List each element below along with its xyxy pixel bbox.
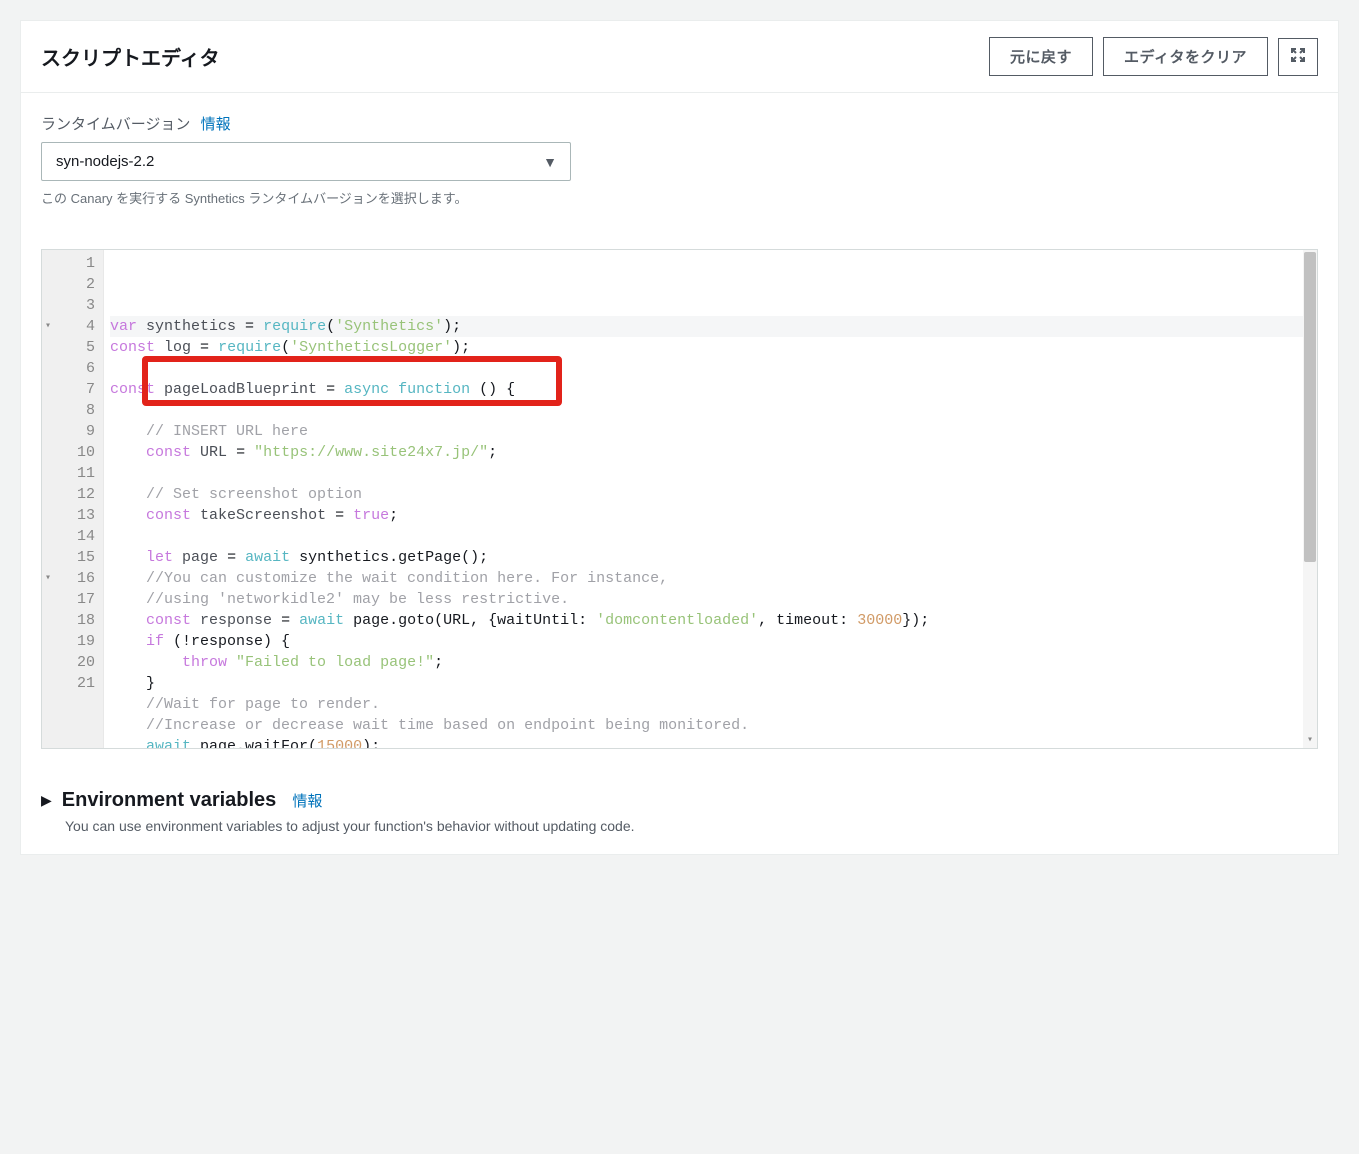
code-line[interactable] bbox=[110, 358, 1303, 379]
gutter-line: 2 bbox=[42, 274, 95, 295]
code-line[interactable]: const response = await page.goto(URL, {w… bbox=[110, 610, 1303, 631]
runtime-version-label: ランタイムバージョン 情報 bbox=[41, 113, 1318, 134]
gutter-line: 3 bbox=[42, 295, 95, 316]
gutter-line: 11 bbox=[42, 463, 95, 484]
code-line[interactable]: //using 'networkidle2' may be less restr… bbox=[110, 589, 1303, 610]
gutter-line: 15 bbox=[42, 547, 95, 568]
runtime-version-select[interactable]: syn-nodejs-2.2 bbox=[41, 142, 571, 181]
code-line[interactable]: var synthetics = require('Synthetics'); bbox=[110, 316, 1303, 337]
runtime-info-link[interactable]: 情報 bbox=[201, 116, 231, 133]
gutter-line: 17 bbox=[42, 589, 95, 610]
scroll-thumb[interactable] bbox=[1304, 252, 1316, 562]
gutter-line: 6 bbox=[42, 358, 95, 379]
gutter-line: 4 bbox=[42, 316, 95, 337]
panel-body: ランタイムバージョン 情報 syn-nodejs-2.2 ▼ この Canary… bbox=[21, 93, 1338, 854]
gutter-line: 20 bbox=[42, 652, 95, 673]
env-vars-title: Environment variables bbox=[62, 789, 277, 812]
header-actions: 元に戻す エディタをクリア bbox=[989, 37, 1318, 76]
env-info-link[interactable]: 情報 bbox=[292, 790, 322, 811]
runtime-help-text: この Canary を実行する Synthetics ランタイムバージョンを選択… bbox=[41, 189, 571, 209]
env-vars-header[interactable]: ▶ Environment variables 情報 bbox=[41, 789, 1318, 812]
editor-code-area[interactable]: var synthetics = require('Synthetics');c… bbox=[104, 250, 1303, 748]
panel-title: スクリプトエディタ bbox=[41, 42, 220, 71]
code-line[interactable]: // INSERT URL here bbox=[110, 421, 1303, 442]
gutter-line: 9 bbox=[42, 421, 95, 442]
code-line[interactable] bbox=[110, 400, 1303, 421]
code-line[interactable]: const log = require('SyntheticsLogger'); bbox=[110, 337, 1303, 358]
code-line[interactable]: } bbox=[110, 673, 1303, 694]
expand-icon bbox=[1290, 47, 1306, 66]
gutter-line: 5 bbox=[42, 337, 95, 358]
code-line[interactable] bbox=[110, 526, 1303, 547]
gutter-line: 7 bbox=[42, 379, 95, 400]
gutter-line: 18 bbox=[42, 610, 95, 631]
gutter-line: 12 bbox=[42, 484, 95, 505]
code-line[interactable]: let page = await synthetics.getPage(); bbox=[110, 547, 1303, 568]
fullscreen-button[interactable] bbox=[1278, 38, 1318, 76]
clear-editor-button[interactable]: エディタをクリア bbox=[1103, 37, 1268, 76]
editor-gutter: 123456789101112131415161718192021 bbox=[42, 250, 104, 748]
code-line[interactable]: throw "Failed to load page!"; bbox=[110, 652, 1303, 673]
gutter-line: 8 bbox=[42, 400, 95, 421]
gutter-line: 13 bbox=[42, 505, 95, 526]
env-vars-description: You can use environment variables to adj… bbox=[65, 818, 1318, 834]
code-line[interactable]: await page.waitFor(15000); bbox=[110, 736, 1303, 748]
code-line[interactable]: const URL = "https://www.site24x7.jp/"; bbox=[110, 442, 1303, 463]
code-line[interactable]: // Set screenshot option bbox=[110, 484, 1303, 505]
caret-right-icon: ▶ bbox=[41, 792, 52, 809]
editor-scrollbar[interactable]: ▴ ▾ bbox=[1303, 250, 1317, 748]
code-line[interactable]: const takeScreenshot = true; bbox=[110, 505, 1303, 526]
gutter-line: 10 bbox=[42, 442, 95, 463]
gutter-line: 14 bbox=[42, 526, 95, 547]
script-editor-panel: スクリプトエディタ 元に戻す エディタをクリア ランタイムバージョン 情報 bbox=[20, 20, 1339, 855]
code-line[interactable]: //Wait for page to render. bbox=[110, 694, 1303, 715]
gutter-line: 19 bbox=[42, 631, 95, 652]
gutter-line: 16 bbox=[42, 568, 95, 589]
code-line[interactable]: //You can customize the wait condition h… bbox=[110, 568, 1303, 589]
gutter-line: 21 bbox=[42, 673, 95, 694]
runtime-select-wrap: syn-nodejs-2.2 ▼ bbox=[41, 142, 571, 181]
code-editor[interactable]: 123456789101112131415161718192021 var sy… bbox=[41, 249, 1318, 749]
gutter-line: 1 bbox=[42, 253, 95, 274]
code-line[interactable]: if (!response) { bbox=[110, 631, 1303, 652]
code-line[interactable]: //Increase or decrease wait time based o… bbox=[110, 715, 1303, 736]
scroll-down-icon: ▾ bbox=[1303, 734, 1317, 748]
panel-header: スクリプトエディタ 元に戻す エディタをクリア bbox=[21, 21, 1338, 93]
reset-button[interactable]: 元に戻す bbox=[989, 37, 1093, 76]
code-line[interactable] bbox=[110, 463, 1303, 484]
code-line[interactable]: const pageLoadBlueprint = async function… bbox=[110, 379, 1303, 400]
